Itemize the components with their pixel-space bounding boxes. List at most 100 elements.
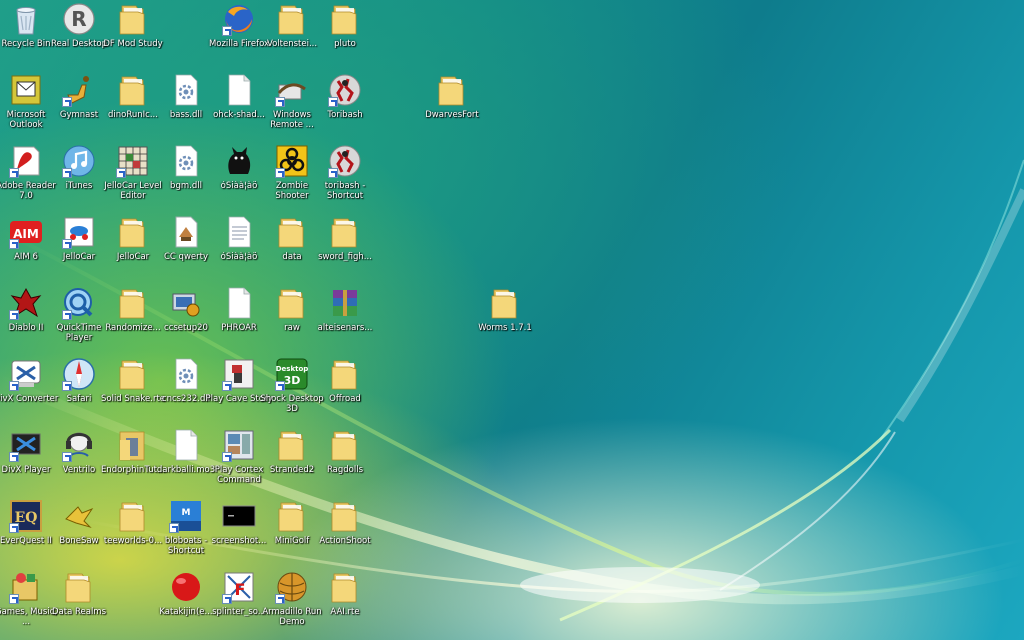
shortcut-arrow-icon bbox=[222, 26, 232, 36]
aim-icon: AIM bbox=[9, 215, 43, 249]
desktop-icon-ragdolls[interactable]: Ragdolls bbox=[311, 426, 379, 494]
cat-icon bbox=[222, 144, 256, 178]
desktop-icon-label: DwarvesFort bbox=[425, 110, 479, 120]
quicktime-icon bbox=[62, 286, 96, 320]
shortcut-arrow-icon bbox=[222, 452, 232, 462]
shortcut-arrow-icon bbox=[62, 168, 72, 178]
desktop-icon-label: sword_figh... bbox=[318, 252, 372, 262]
gymnast-icon bbox=[62, 73, 96, 107]
svg-text:R: R bbox=[71, 7, 86, 31]
cc-icon bbox=[169, 215, 203, 249]
folder-icon bbox=[328, 357, 362, 391]
folder-icon bbox=[116, 215, 150, 249]
shortcut-arrow-icon bbox=[328, 168, 338, 178]
folder-icon bbox=[275, 499, 309, 533]
splinter-icon: F bbox=[222, 570, 256, 604]
shortcut-arrow-icon bbox=[9, 168, 19, 178]
desktop-icon-sword-figh[interactable]: sword_figh... bbox=[311, 213, 379, 281]
folder-open-icon bbox=[116, 428, 150, 462]
folder-icon bbox=[328, 570, 362, 604]
shortcut-arrow-icon bbox=[62, 239, 72, 249]
armadillo-icon bbox=[275, 570, 309, 604]
textfile-icon bbox=[222, 215, 256, 249]
biohazard-icon bbox=[275, 144, 309, 178]
red-ball-icon bbox=[169, 570, 203, 604]
diablo-icon bbox=[9, 286, 43, 320]
folder-icon bbox=[275, 2, 309, 36]
folder-icon bbox=[116, 286, 150, 320]
desktop-icon-label: ActionShoot bbox=[319, 536, 371, 546]
desktop-icon-data-realms[interactable]: Data Realms bbox=[45, 568, 113, 636]
desktop-icon-label: Worms 1.7.1 bbox=[478, 323, 532, 333]
desktop-icon-toribash[interactable]: Toribash bbox=[311, 71, 379, 139]
shortcut-arrow-icon bbox=[9, 381, 19, 391]
desktop-icon-label: AAI.rte bbox=[330, 607, 360, 617]
shortcut-arrow-icon bbox=[222, 381, 232, 391]
folder-icon bbox=[328, 215, 362, 249]
file-icon bbox=[169, 428, 203, 462]
shortcut-arrow-icon bbox=[62, 97, 72, 107]
remote-icon bbox=[275, 73, 309, 107]
shortcut-arrow-icon bbox=[9, 594, 19, 604]
desktop-icon-worms-1-7-1[interactable]: Worms 1.7.1 bbox=[471, 284, 539, 352]
folder-icon bbox=[275, 215, 309, 249]
recycle-bin-icon bbox=[9, 2, 43, 36]
safari-icon bbox=[62, 357, 96, 391]
shortcut-arrow-icon bbox=[9, 310, 19, 320]
desktop-icon-pluto[interactable]: pluto bbox=[311, 0, 379, 68]
shortcut-arrow-icon bbox=[275, 168, 285, 178]
folder-icon bbox=[116, 357, 150, 391]
desktop-icon-label: toribash - Shortcut bbox=[324, 181, 366, 201]
shortcut-arrow-icon bbox=[62, 381, 72, 391]
file-icon bbox=[222, 286, 256, 320]
shortcut-arrow-icon bbox=[275, 594, 285, 604]
svg-text:Desktop: Desktop bbox=[276, 365, 309, 373]
real-desktop-icon: R bbox=[62, 2, 96, 36]
adobe-icon bbox=[9, 144, 43, 178]
folder-icon bbox=[435, 73, 469, 107]
setup-icon bbox=[169, 286, 203, 320]
ventrilo-icon bbox=[62, 428, 96, 462]
desktop-icon-label: alteisenars... bbox=[317, 323, 373, 333]
svg-text:M: M bbox=[182, 508, 191, 518]
desktop-icon-label: DF Mod Study bbox=[103, 39, 163, 49]
folder-icon bbox=[275, 428, 309, 462]
shortcut-arrow-icon bbox=[9, 452, 19, 462]
screenshot-icon bbox=[222, 499, 256, 533]
games-icon bbox=[9, 570, 43, 604]
outlook-icon bbox=[9, 73, 43, 107]
shortcut-arrow-icon bbox=[275, 381, 285, 391]
desktop-icon-toribash-shortcut[interactable]: toribash - Shortcut bbox=[311, 142, 379, 210]
desktop-icon-actionshoot[interactable]: ActionShoot bbox=[311, 497, 379, 565]
cave-story-icon bbox=[222, 357, 256, 391]
dll-icon bbox=[169, 357, 203, 391]
desktop-icon-offroad[interactable]: Offroad bbox=[311, 355, 379, 423]
shortcut-arrow-icon bbox=[62, 310, 72, 320]
desktop-icon-label: Toribash bbox=[327, 110, 363, 120]
firefox-icon bbox=[222, 2, 256, 36]
bloboats-icon: M bbox=[169, 499, 203, 533]
desktop-icon-label: Offroad bbox=[329, 394, 361, 404]
toribash-icon bbox=[328, 73, 362, 107]
desktop[interactable]: Recycle Bin R Real Desktop DF Mod Study Mozi… bbox=[0, 0, 1024, 640]
shortcut-arrow-icon bbox=[9, 523, 19, 533]
cortex-icon bbox=[222, 428, 256, 462]
itunes-icon bbox=[62, 144, 96, 178]
bonesaw-icon bbox=[62, 499, 96, 533]
dll-icon bbox=[169, 144, 203, 178]
divx-converter-icon bbox=[9, 357, 43, 391]
dll-icon bbox=[169, 73, 203, 107]
desktop-icon-df-mod-study[interactable]: DF Mod Study bbox=[99, 0, 167, 68]
desktop-icon-dwarvesfort[interactable]: DwarvesFort bbox=[418, 71, 486, 139]
desktop-icon-alteisenars[interactable]: alteisenars... bbox=[311, 284, 379, 352]
shortcut-arrow-icon bbox=[9, 239, 19, 249]
desktop-icon-aai-rte[interactable]: AAI.rte bbox=[311, 568, 379, 636]
shortcut-arrow-icon bbox=[169, 523, 179, 533]
folder-icon bbox=[116, 499, 150, 533]
winrar-icon bbox=[328, 286, 362, 320]
jellocar-icon bbox=[62, 215, 96, 249]
shortcut-arrow-icon bbox=[275, 97, 285, 107]
folder-icon bbox=[328, 428, 362, 462]
divx-player-icon bbox=[9, 428, 43, 462]
everquest-icon: EQ bbox=[9, 499, 43, 533]
